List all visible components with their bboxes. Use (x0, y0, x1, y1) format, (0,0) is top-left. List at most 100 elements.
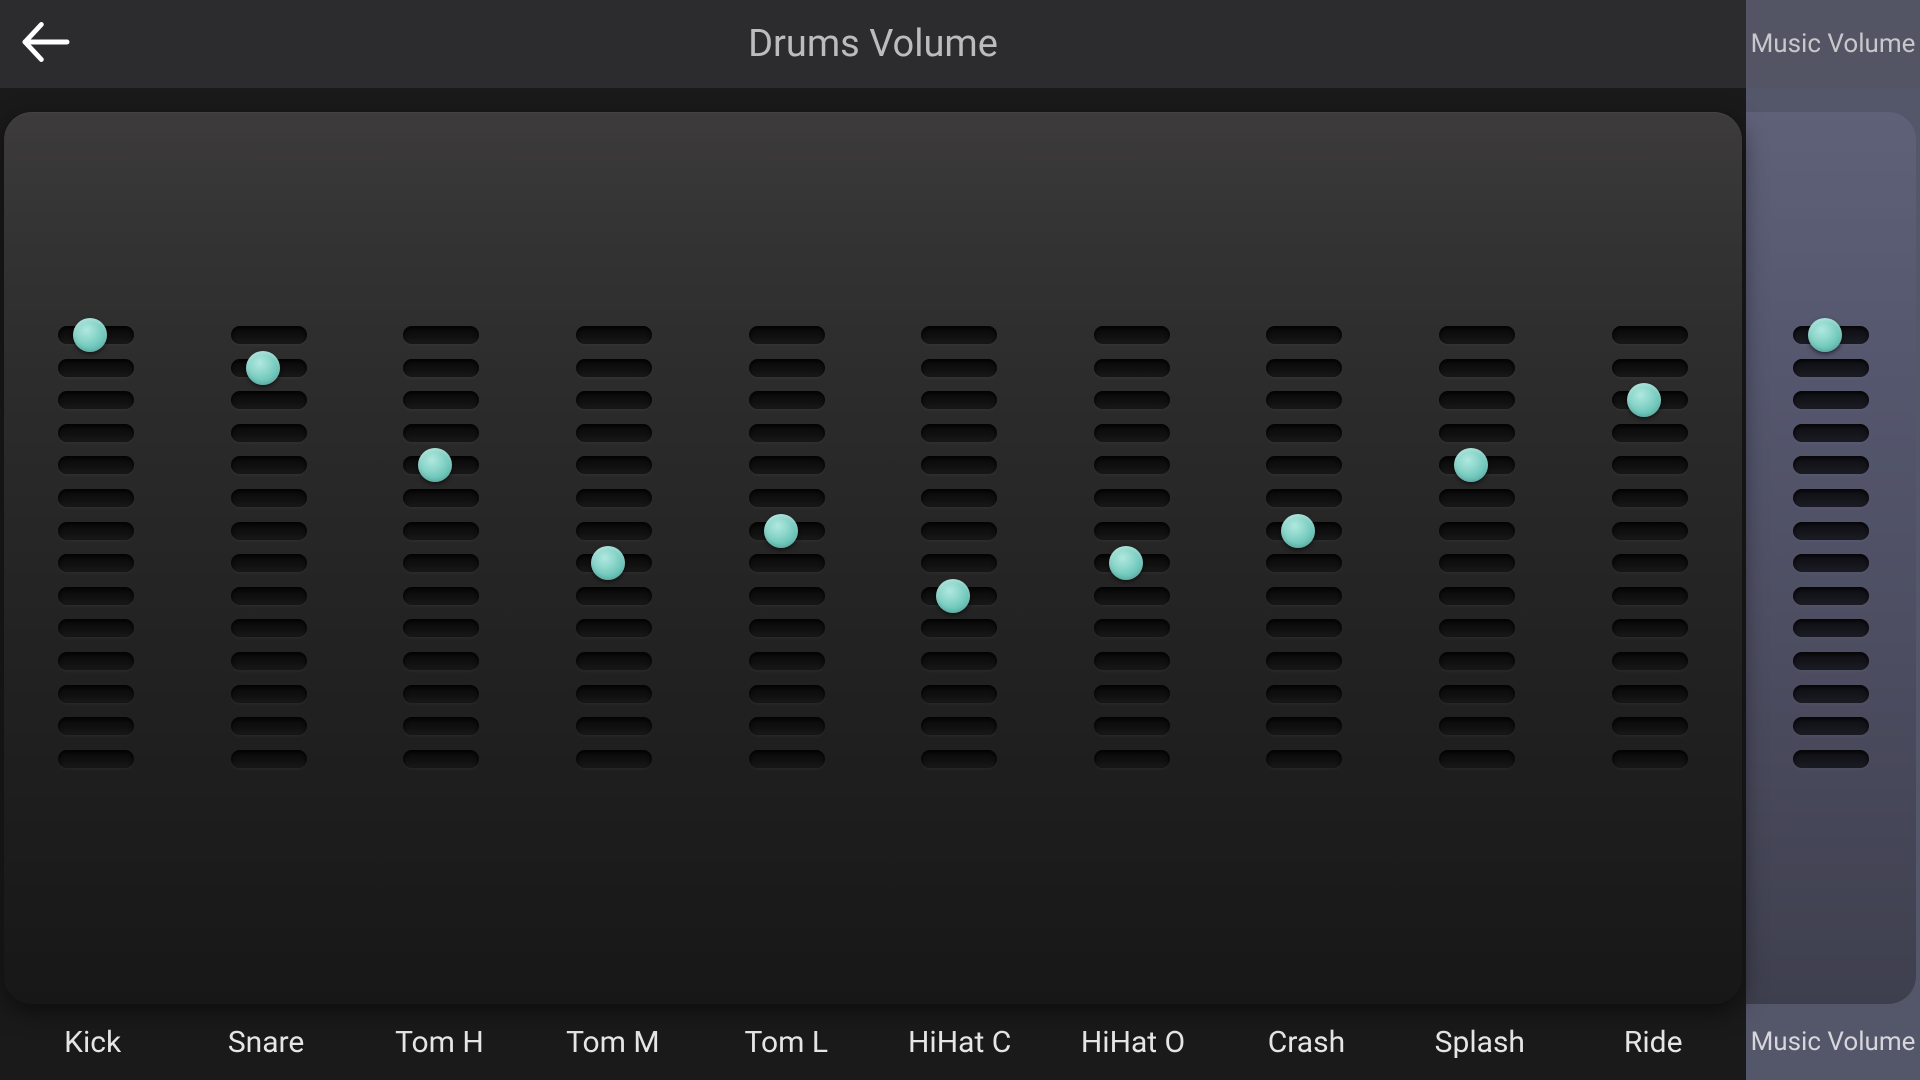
slider-notch (1094, 717, 1170, 735)
slider-notch (1094, 424, 1170, 442)
slider-notch (1612, 619, 1688, 637)
channel-label-ride: Ride (1578, 1025, 1728, 1060)
slider-notch (1793, 489, 1869, 507)
slider-notch (1266, 456, 1342, 474)
slider-notch (403, 619, 479, 637)
slider-notch (231, 619, 307, 637)
slider-knob-music-volume[interactable] (1808, 318, 1842, 352)
slider-notch (231, 652, 307, 670)
channel-tom-l (712, 112, 862, 1004)
slider-knob-hihat-c[interactable] (936, 579, 970, 613)
slider-track-hihat-c[interactable] (921, 326, 997, 768)
slider-notch (1266, 587, 1342, 605)
slider-track-music-volume[interactable] (1793, 326, 1869, 768)
slider-notch (1612, 326, 1688, 344)
slider-notch (1439, 489, 1515, 507)
slider-notch (231, 489, 307, 507)
slider-track-tom-h[interactable] (403, 326, 479, 768)
slider-notch (576, 359, 652, 377)
slider-notch (1612, 456, 1688, 474)
slider-notch (1793, 424, 1869, 442)
slider-notch (921, 456, 997, 474)
page-title: Drums Volume (0, 22, 1746, 66)
channel-label-snare: Snare (191, 1025, 341, 1060)
main-column: Drums Volume KickSnareTom HTom MTom LHiH… (0, 0, 1746, 1080)
slider-track-kick[interactable] (58, 326, 134, 768)
slider-knob-tom-m[interactable] (591, 546, 625, 580)
slider-track-crash[interactable] (1266, 326, 1342, 768)
slider-notch (1612, 717, 1688, 735)
slider-knob-ride[interactable] (1627, 383, 1661, 417)
slider-notch (749, 391, 825, 409)
slider-notch (921, 554, 997, 572)
slider-notch (1439, 522, 1515, 540)
slider-notch (1439, 391, 1515, 409)
channel-hihat-o (1057, 112, 1207, 1004)
slider-notch (1094, 489, 1170, 507)
slider-notch (403, 424, 479, 442)
channel-tom-m (539, 112, 689, 1004)
mixer-panel-wrap (0, 88, 1746, 1004)
channel-label-tom-m: Tom M (538, 1025, 688, 1060)
slider-notch (749, 619, 825, 637)
slider-notch (576, 424, 652, 442)
slider-knob-splash[interactable] (1454, 448, 1488, 482)
slider-track-splash[interactable] (1439, 326, 1515, 768)
slider-notch (1793, 717, 1869, 735)
slider-notch (921, 489, 997, 507)
slider-notch (1439, 424, 1515, 442)
back-button[interactable] (14, 12, 78, 76)
slider-notch (576, 391, 652, 409)
header-bar: Drums Volume (0, 0, 1746, 88)
slider-knob-tom-l[interactable] (764, 514, 798, 548)
slider-notch (1612, 424, 1688, 442)
channel-label-tom-h: Tom H (364, 1025, 514, 1060)
slider-notch (921, 522, 997, 540)
slider-knob-kick[interactable] (73, 318, 107, 352)
slider-notch (576, 489, 652, 507)
slider-notch (1439, 750, 1515, 768)
slider-track-snare[interactable] (231, 326, 307, 768)
slider-notch (403, 685, 479, 703)
slider-notch (231, 456, 307, 474)
channel-tom-h (366, 112, 516, 1004)
slider-notch (231, 522, 307, 540)
slider-notch (1793, 619, 1869, 637)
slider-knob-tom-h[interactable] (418, 448, 452, 482)
slider-notch (403, 717, 479, 735)
channel-label-splash: Splash (1405, 1025, 1555, 1060)
slider-knob-crash[interactable] (1281, 514, 1315, 548)
slider-notch (1439, 326, 1515, 344)
slider-notch (921, 652, 997, 670)
slider-notch (1439, 554, 1515, 572)
slider-notch (403, 359, 479, 377)
slider-notch (1266, 359, 1342, 377)
slider-notch (58, 554, 134, 572)
slider-notch (1094, 359, 1170, 377)
slider-notch (1266, 619, 1342, 637)
slider-notch (1266, 750, 1342, 768)
slider-notch (1612, 522, 1688, 540)
slider-knob-hihat-o[interactable] (1109, 546, 1143, 580)
app-root: Drums Volume KickSnareTom HTom MTom LHiH… (0, 0, 1920, 1080)
channel-splash (1402, 112, 1552, 1004)
channel-labels-row: KickSnareTom HTom MTom LHiHat CHiHat OCr… (0, 1004, 1746, 1080)
slider-notch (576, 456, 652, 474)
slider-track-tom-l[interactable] (749, 326, 825, 768)
slider-notch (749, 750, 825, 768)
back-arrow-icon (18, 14, 74, 74)
slider-notch (58, 424, 134, 442)
channel-label-hihat-c: HiHat C (885, 1025, 1035, 1060)
slider-knob-snare[interactable] (246, 351, 280, 385)
slider-notch (749, 685, 825, 703)
slider-notch (1612, 554, 1688, 572)
slider-notch (1612, 652, 1688, 670)
slider-notch (1266, 489, 1342, 507)
side-header-title[interactable]: Music Volume (1746, 0, 1920, 88)
slider-notch (1793, 554, 1869, 572)
slider-notch (58, 685, 134, 703)
slider-notch (403, 522, 479, 540)
slider-notch (1439, 619, 1515, 637)
slider-notch (1266, 391, 1342, 409)
slider-notch (576, 522, 652, 540)
